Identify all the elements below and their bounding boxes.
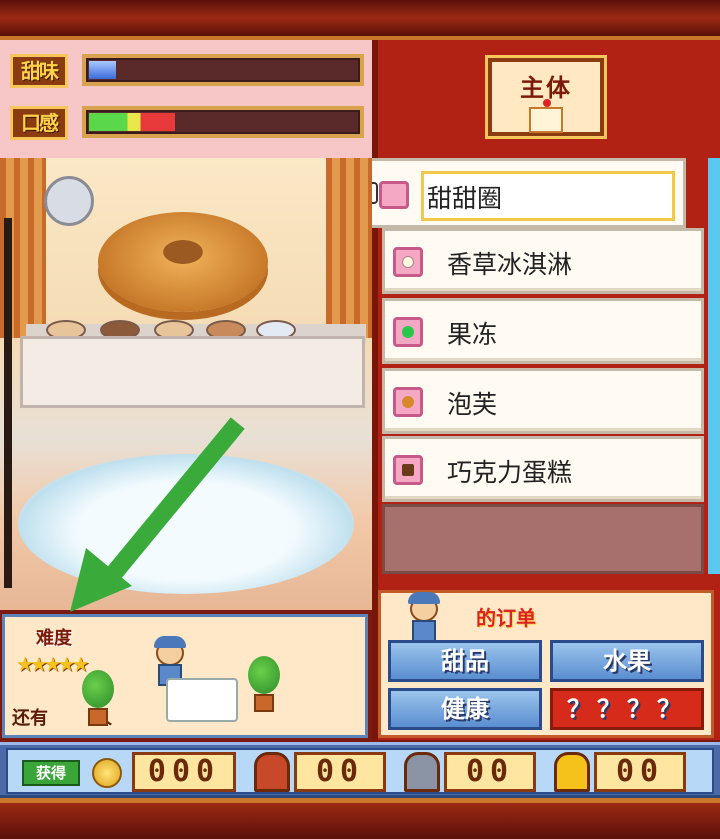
donut-icon <box>379 181 409 209</box>
gold-box-icon <box>554 752 590 792</box>
sweetness-meter <box>82 54 364 86</box>
difficulty-label: 难度 <box>36 628 72 649</box>
cake-icon <box>529 99 563 133</box>
donut-preview <box>98 212 268 312</box>
menu-item-label: 香草冰淇淋 <box>447 250 573 279</box>
kitchen-counter <box>20 336 365 408</box>
ice-cream-icon <box>393 247 423 277</box>
customer-portrait <box>404 592 444 644</box>
selected-ingredient[interactable]: 甜甜圈 <box>362 158 686 228</box>
main-ingredient-label: 主体 <box>520 74 572 102</box>
bottom-frame <box>0 798 720 839</box>
cream-puff-icon <box>393 387 423 417</box>
red-box-counter: 00 <box>294 752 386 792</box>
order-tag-dessert: 甜品 <box>388 640 542 682</box>
order-tag-health: 健康 <box>388 688 542 730</box>
menu-item-label: 果冻 <box>447 320 498 349</box>
coin-icon <box>92 758 122 788</box>
menu-item-jelly[interactable]: 果冻 <box>382 298 704 364</box>
menu-item-chocolate-cake[interactable]: 巧克力蛋糕 <box>382 436 704 502</box>
obtain-label: 获得 <box>22 760 80 786</box>
texture-meter <box>82 106 364 138</box>
menu-item-cream-puff[interactable]: 泡芙 <box>382 368 704 434</box>
sweetness-meter-fill <box>89 61 116 79</box>
top-frame <box>0 0 720 40</box>
round-table <box>18 454 354 594</box>
side-gauge <box>4 218 12 588</box>
coin-counter: 000 <box>132 752 236 792</box>
jelly-icon <box>393 317 423 347</box>
menu-empty-slot <box>382 504 704 574</box>
red-box-icon <box>254 752 290 792</box>
order-title: 的订单 <box>476 606 536 630</box>
remaining-prefix: 还有 <box>12 708 48 729</box>
silver-box-counter: 00 <box>444 752 536 792</box>
menu-item-vanilla-ice-cream[interactable]: 香草冰淇淋 <box>382 228 704 294</box>
silver-box-icon <box>404 752 440 792</box>
scrollbar[interactable] <box>708 158 720 574</box>
main-ingredient-button[interactable]: 主体 <box>488 58 604 136</box>
order-tag-unknown: ？？？？ <box>550 688 704 730</box>
selected-ingredient-label: 甜甜圈 <box>427 184 503 213</box>
kitchen-scene <box>0 158 372 610</box>
menu-item-label: 巧克力蛋糕 <box>447 458 573 487</box>
texture-meter-fill <box>89 113 175 131</box>
texture-label: 口感 <box>10 106 68 140</box>
sweetness-label: 甜味 <box>10 54 68 88</box>
frying-pan-icon <box>44 176 94 226</box>
difficulty-stars: ★★★★★ <box>16 652 90 676</box>
curtain-right <box>326 158 372 338</box>
potted-plant-icon <box>246 656 282 714</box>
gold-box-counter: 00 <box>594 752 686 792</box>
chocolate-cake-icon <box>393 455 423 485</box>
menu-item-label: 泡芙 <box>447 390 498 419</box>
potted-plant-icon <box>80 670 116 728</box>
customer-table <box>166 678 238 722</box>
order-tag-fruit: 水果 <box>550 640 704 682</box>
